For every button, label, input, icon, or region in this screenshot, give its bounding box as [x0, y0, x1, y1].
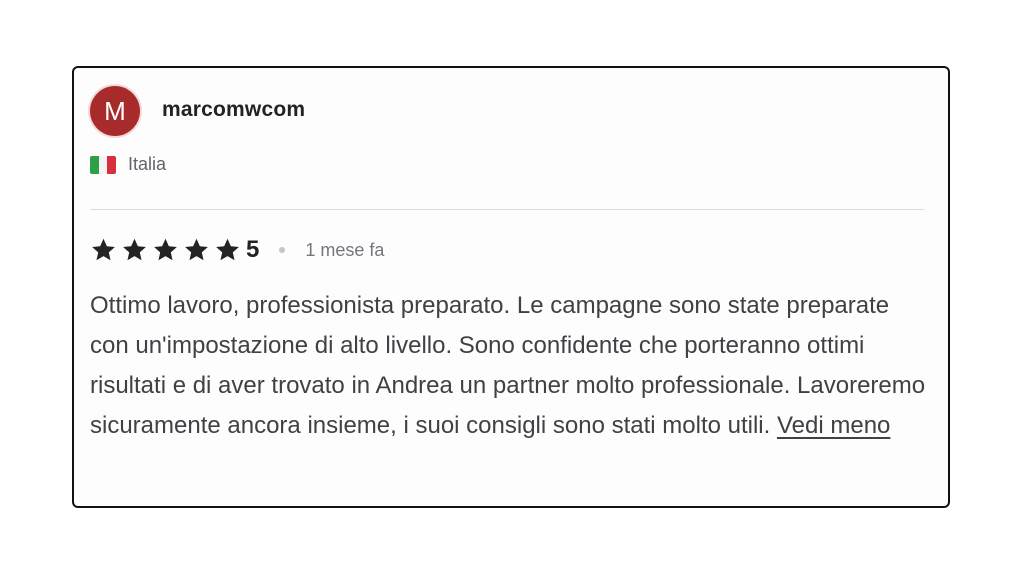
star-icon	[90, 237, 117, 263]
rating-row: 5 1 mese fa	[90, 236, 384, 264]
star-icon	[183, 237, 210, 263]
rating-score: 5	[246, 236, 260, 263]
reviewer-username[interactable]: marcomwcom	[162, 98, 305, 122]
reviewer-country: Italia	[90, 154, 166, 175]
star-icon	[214, 237, 241, 263]
review-text-block: Ottimo lavoro, professionista preparato.…	[90, 286, 930, 446]
separator-dot	[279, 247, 286, 253]
avatar[interactable]: M	[90, 86, 140, 136]
see-less-link[interactable]: Vedi meno	[777, 412, 890, 439]
star-rating	[90, 237, 241, 263]
star-icon	[121, 237, 148, 263]
divider	[90, 209, 924, 210]
country-label: Italia	[128, 154, 167, 174]
star-icon	[152, 237, 179, 263]
review-card: M marcomwcom Italia 5 1 mese fa Ottimo l…	[72, 66, 950, 508]
review-date: 1 mese fa	[305, 239, 385, 260]
italy-flag-icon	[90, 155, 116, 174]
